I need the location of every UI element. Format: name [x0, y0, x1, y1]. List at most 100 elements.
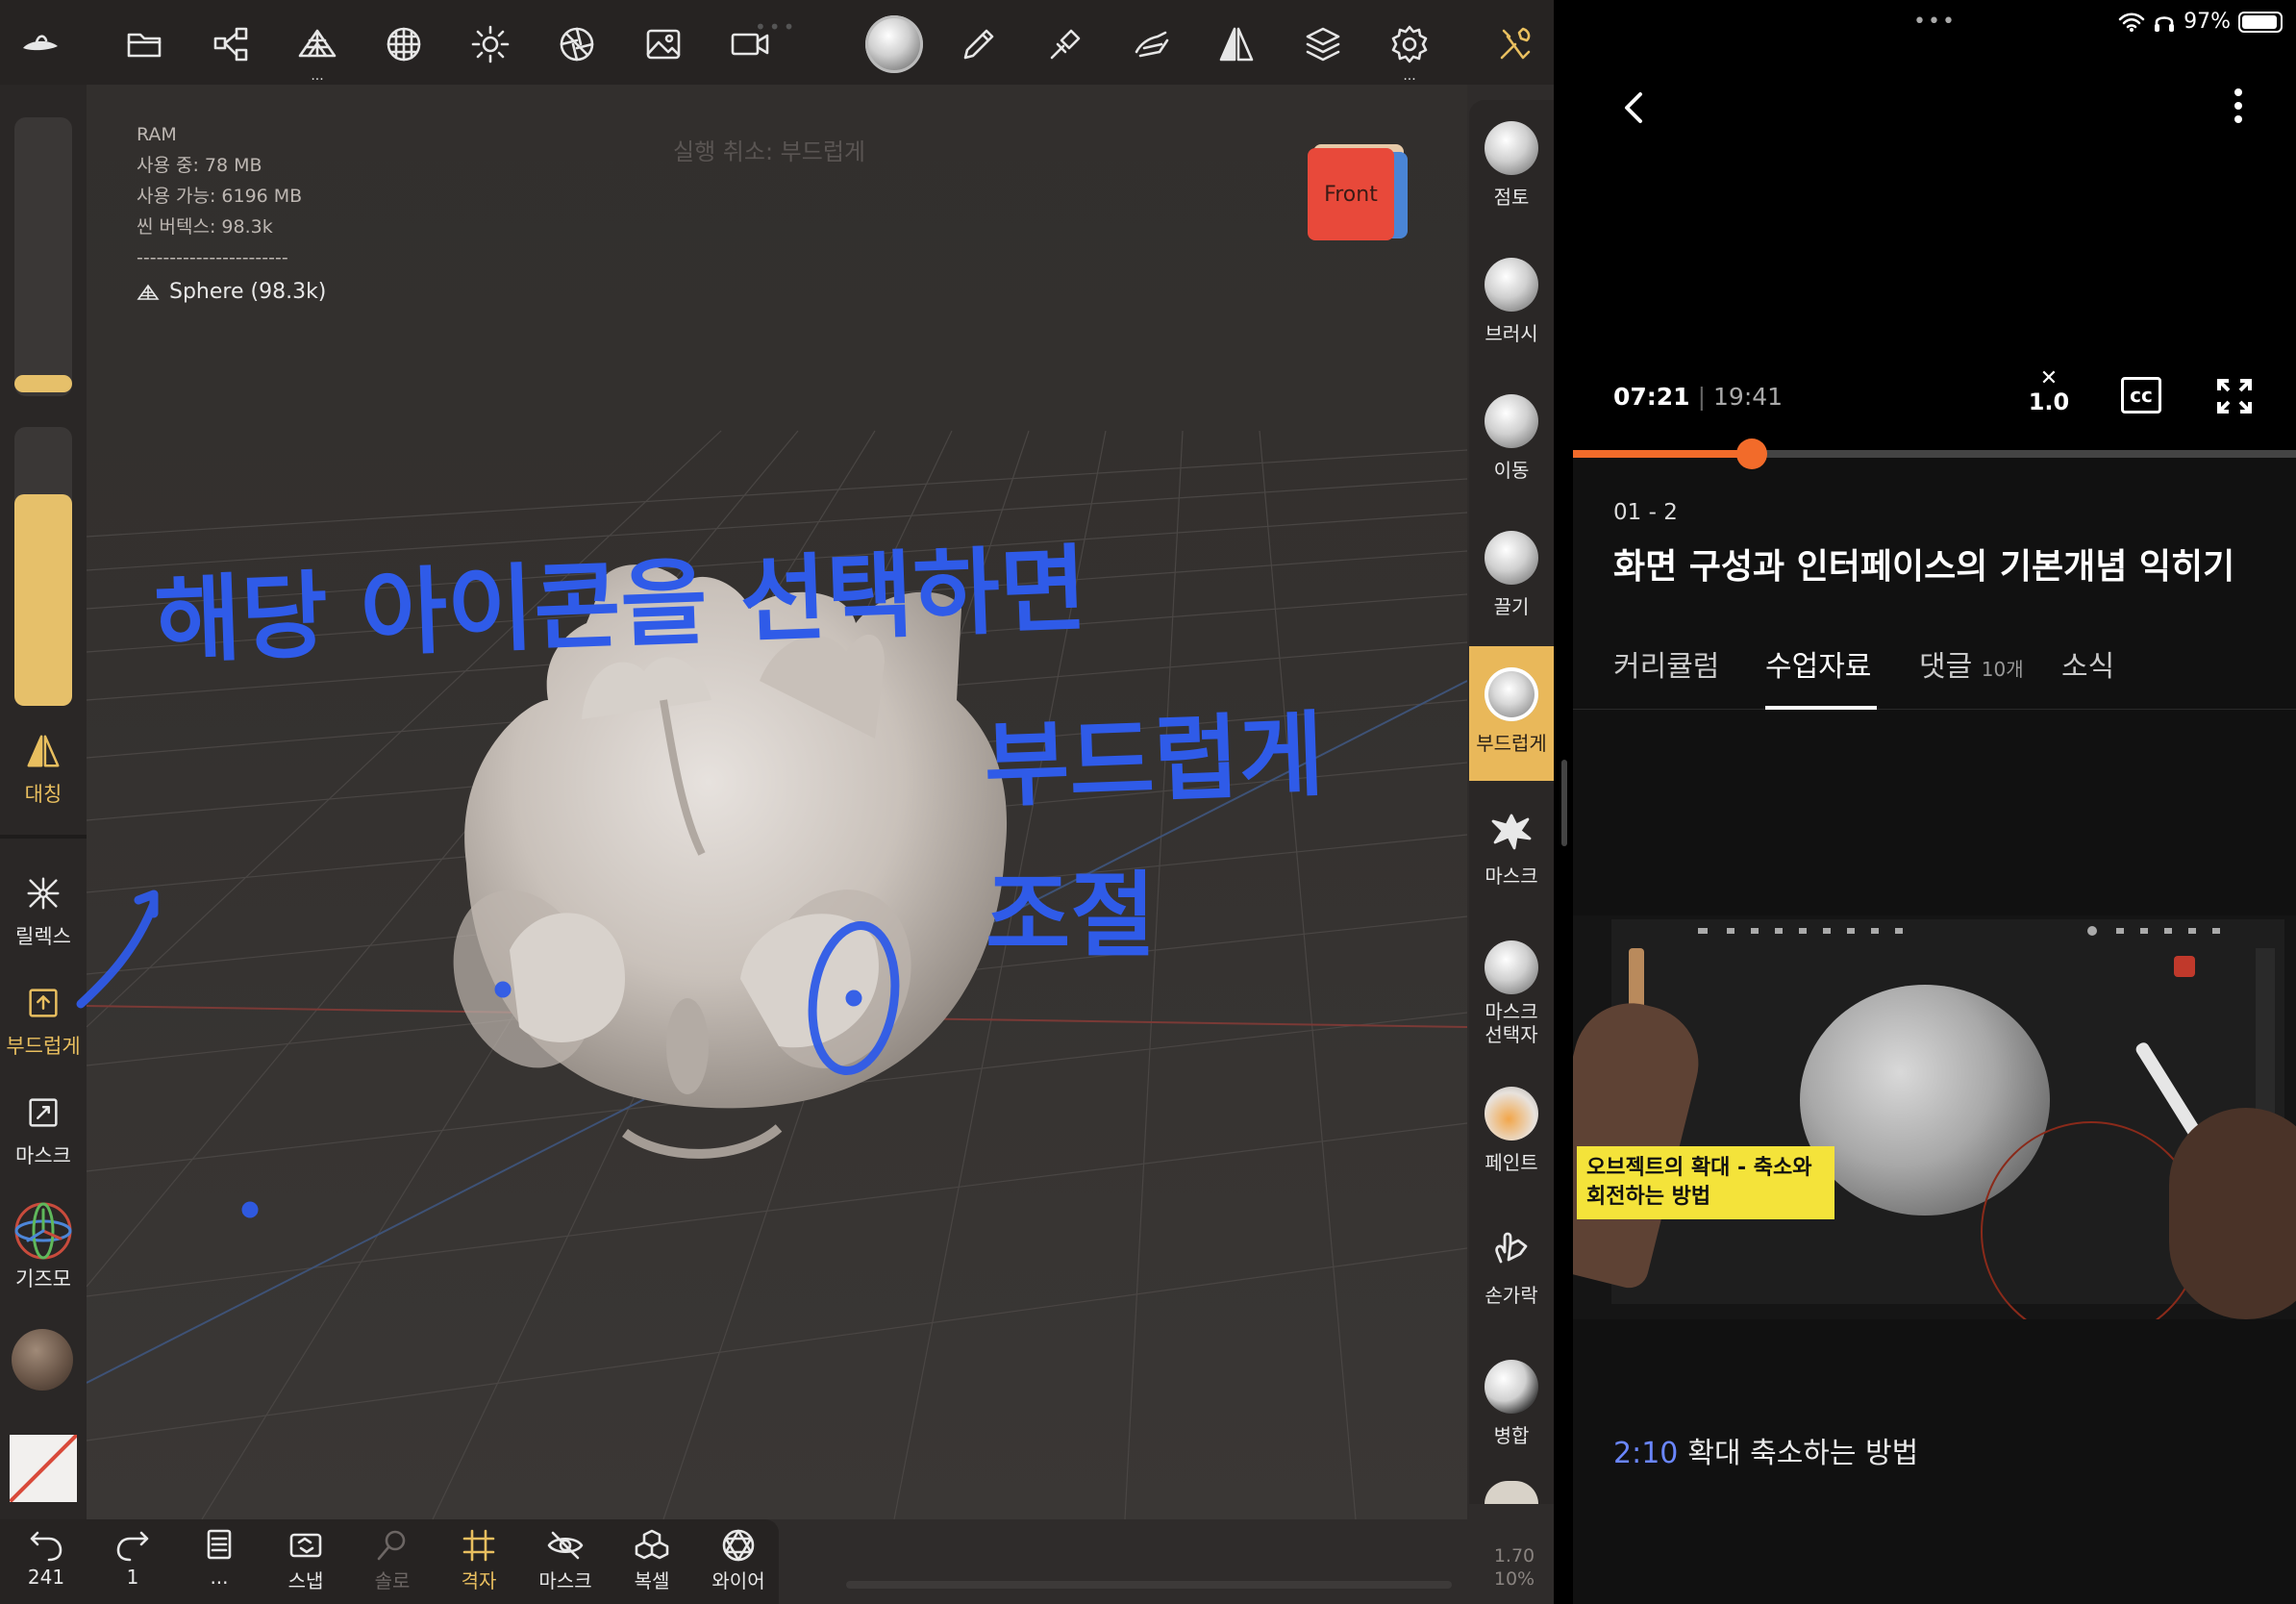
stroke-icon[interactable]: [1038, 17, 1092, 71]
horizontal-scrollbar[interactable]: [846, 1581, 1452, 1589]
back-chevron-icon[interactable]: [1615, 88, 1654, 127]
play-icon[interactable]: [1913, 213, 1969, 279]
relax-icon: [27, 877, 60, 910]
split-view-divider[interactable]: [1554, 0, 1573, 1604]
solo-button[interactable]: 솔로: [354, 1527, 431, 1593]
material-thumbnail[interactable]: 오브젝트의 확대 - 축소와 회전하는 방법: [1573, 915, 2296, 1319]
snap-button[interactable]: 스냅: [267, 1527, 344, 1593]
chapter-time[interactable]: 2:10: [1613, 1437, 1678, 1470]
symmetry-toggle[interactable]: 대칭: [0, 731, 87, 808]
playback-speed-button[interactable]: ✕ 1.0: [2025, 368, 2073, 416]
history-more: ...: [210, 1566, 229, 1589]
time-display: 07:21 | 19:41: [1613, 383, 1783, 411]
tool-finger[interactable]: 손가락: [1469, 1202, 1554, 1337]
multitask-dots[interactable]: •••: [755, 15, 797, 38]
lecture-number: 01 - 2: [1613, 500, 1678, 525]
smooth-button[interactable]: 부드럽게: [0, 983, 87, 1060]
material-preview[interactable]: [12, 1329, 73, 1391]
tool-drag[interactable]: 끌기: [1469, 510, 1554, 644]
brush-icon: [1485, 258, 1538, 312]
clay-icon: [1485, 121, 1538, 175]
lecture-title: 화면 구성과 인터페이스의 기본개념 익히기: [1613, 547, 2235, 587]
relax-button[interactable]: 릴렉스: [0, 873, 87, 950]
gizmo-button[interactable]: 기즈모: [0, 1200, 87, 1292]
intensity-slider[interactable]: [14, 427, 72, 706]
chapter-title: 확대 축소하는 방법: [1687, 1437, 1919, 1470]
solo-label: 솔로: [374, 1569, 411, 1592]
tool-drag-label: 끌기: [1493, 595, 1530, 618]
tool-smooth[interactable]: 부드럽게: [1469, 646, 1554, 781]
multitask-dots[interactable]: •••: [1913, 10, 1957, 34]
sidebar-divider: [0, 835, 87, 839]
tool-move[interactable]: 이동: [1469, 373, 1554, 508]
mesh-icon[interactable]: ...: [290, 17, 344, 83]
tool-merge-label: 병합: [1493, 1424, 1530, 1447]
object-entry[interactable]: Sphere (98.3k): [137, 277, 326, 308]
redo-button[interactable]: 1: [94, 1527, 171, 1589]
settings-icon[interactable]: ...: [1383, 17, 1436, 83]
view-cube[interactable]: Front: [1306, 144, 1411, 244]
lecture-player-app: ••• 97% 07:21 | 19:41 ✕ 1.0 cc 01 - 2 화면 구…: [1573, 0, 2296, 1604]
relax-label: 릴렉스: [15, 925, 71, 948]
tool-merge[interactable]: 병합: [1469, 1339, 1554, 1473]
undo-icon: [30, 1531, 62, 1562]
current-brush-icon[interactable]: [861, 12, 927, 77]
captions-button[interactable]: cc: [2121, 377, 2161, 414]
chapter-link[interactable]: 2:10 확대 축소하는 방법: [1613, 1429, 1918, 1471]
folder-icon[interactable]: [117, 17, 171, 71]
mask-splat-icon: [1491, 814, 1532, 850]
grid-icon: [462, 1529, 495, 1562]
layers-icon[interactable]: [1296, 17, 1350, 71]
fullscreen-icon[interactable]: [2215, 377, 2254, 415]
left-sidebar: 대칭 릴렉스 부드럽게 마스크 기즈모: [0, 85, 87, 1604]
wireframe-button[interactable]: 와이어: [700, 1527, 777, 1593]
skip-next-icon[interactable]: [2054, 227, 2088, 265]
scene-vertices: 씬 버텍스: 98.3k: [137, 216, 273, 238]
grid-button[interactable]: 격자: [440, 1527, 517, 1593]
progress-bar[interactable]: [1573, 439, 2296, 469]
tool-paint[interactable]: 페인트: [1469, 1065, 1554, 1200]
solo-icon: [377, 1530, 406, 1561]
history-button[interactable]: ...: [181, 1527, 258, 1589]
mask-label: 마스크: [15, 1144, 71, 1167]
tab-comments[interactable]: 댓글 10개: [1919, 631, 2024, 710]
voxel-button[interactable]: 복셀: [613, 1527, 690, 1593]
tool-finger-label: 손가락: [1485, 1284, 1538, 1307]
home-icon[interactable]: [13, 17, 67, 71]
light-icon[interactable]: [463, 17, 517, 71]
scene-stats: RAM 사용 중: 78 MB 사용 가능: 6196 MB 씬 버텍스: 98…: [137, 119, 326, 308]
tool-mask-label: 마스크: [1485, 865, 1538, 888]
background-image-icon[interactable]: [636, 17, 690, 71]
undo-button[interactable]: 241: [8, 1527, 85, 1589]
tool-clay[interactable]: 점토: [1469, 100, 1554, 235]
color-swatch[interactable]: [10, 1435, 77, 1502]
sphere-grid-icon[interactable]: [377, 17, 431, 71]
more-vertical-icon[interactable]: [2231, 87, 2246, 125]
hide-mask-button[interactable]: 마스크: [527, 1527, 604, 1593]
symmetry-icon[interactable]: [1210, 17, 1263, 71]
progress-knob[interactable]: [1736, 439, 1768, 469]
pen-icon[interactable]: [952, 17, 1006, 71]
tool-mask-selector-label: 마스크 선택자: [1485, 1000, 1538, 1046]
view-cube-front[interactable]: Front: [1308, 148, 1394, 240]
paint-icon: [1485, 1087, 1538, 1140]
thumbnail-toolbar: [1698, 926, 2220, 936]
skip-previous-icon[interactable]: [1783, 227, 1817, 265]
tab-materials[interactable]: 수업자료: [1765, 631, 1878, 710]
time-separator: |: [1697, 383, 1707, 411]
tool-mask-selector[interactable]: 마스크 선택자: [1469, 919, 1554, 1064]
tab-curriculum[interactable]: 커리큘럼: [1613, 631, 1719, 710]
split-view-handle[interactable]: [1561, 760, 1567, 846]
finger-icon: [1495, 1232, 1528, 1264]
scene-graph-icon[interactable]: [204, 17, 258, 71]
video-area[interactable]: ••• 97% 07:21 | 19:41 ✕ 1.0 cc: [1573, 0, 2296, 450]
tool-brush[interactable]: 브러시: [1469, 237, 1554, 371]
mask-button[interactable]: 마스크: [0, 1092, 87, 1169]
tab-news[interactable]: 소식: [2061, 631, 2114, 710]
move-icon: [1485, 394, 1538, 448]
interface-tools-icon[interactable]: [1488, 17, 1542, 71]
hand-tool-icon[interactable]: [1125, 17, 1179, 71]
shading-icon[interactable]: [550, 17, 604, 71]
tool-mask[interactable]: 마스크: [1469, 783, 1554, 917]
radius-slider[interactable]: [14, 117, 72, 396]
